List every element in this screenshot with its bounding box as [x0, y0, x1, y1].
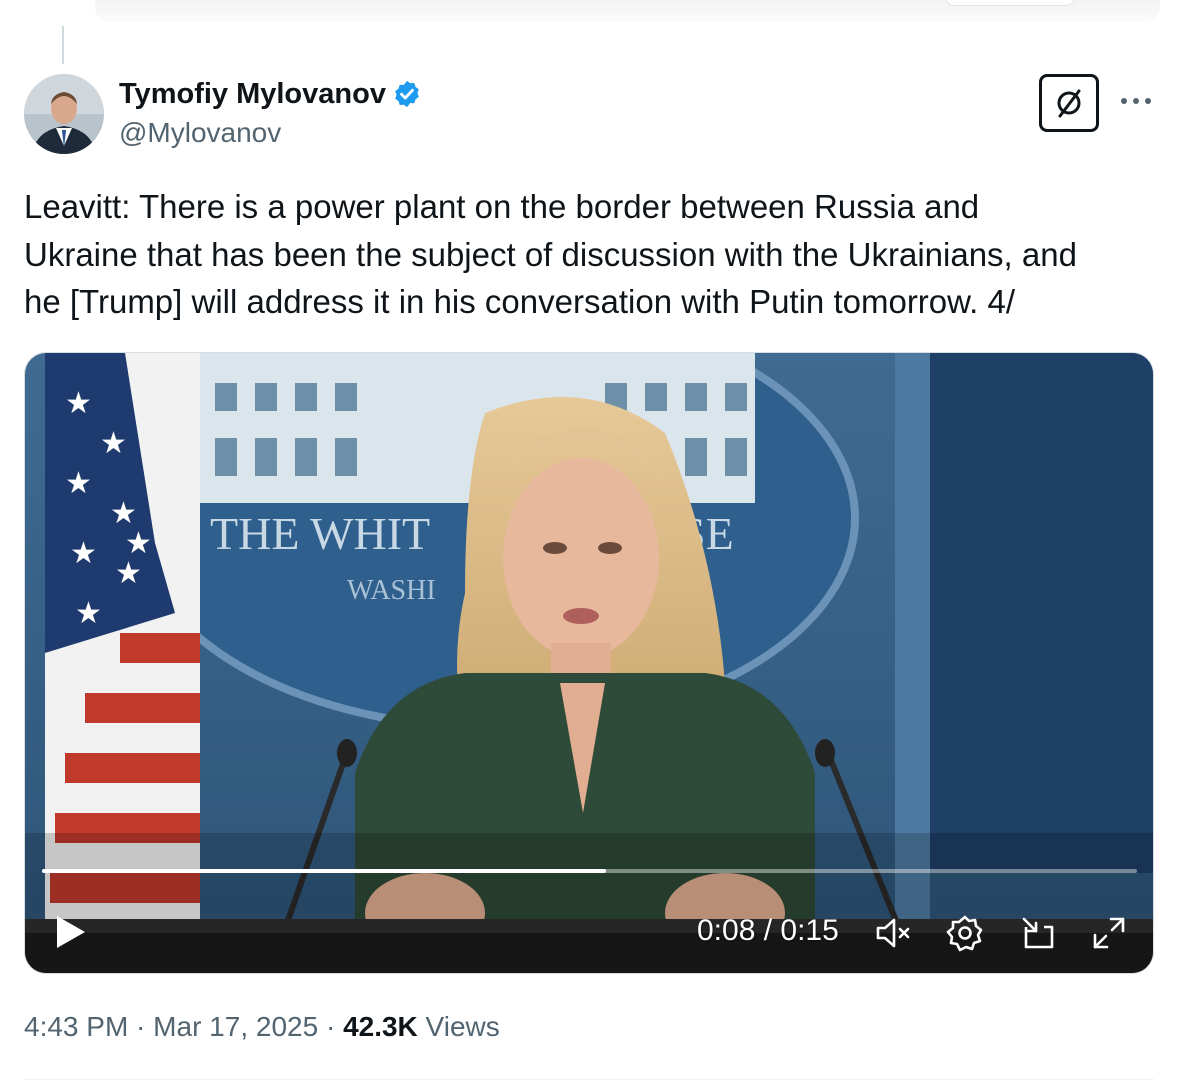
video-progress-fill — [42, 869, 606, 873]
author-display-name[interactable]: Tymofiy Mylovanov — [119, 78, 386, 111]
video-controls: 0:08 / 0:15 — [25, 353, 1153, 973]
fullscreen-icon — [1093, 917, 1125, 949]
settings-icon — [946, 915, 983, 952]
mute-button[interactable] — [873, 913, 913, 953]
play-button[interactable] — [53, 913, 89, 951]
verified-badge-icon[interactable] — [392, 79, 422, 109]
previous-tweet-button-edge — [945, 0, 1075, 6]
tweet-timestamp-date[interactable]: Mar 17, 2025 — [153, 1011, 318, 1043]
views-label: Views — [417, 1011, 500, 1042]
settings-button[interactable] — [945, 913, 985, 953]
video-progress-bar[interactable] — [42, 869, 1137, 873]
meta-separator: · — [128, 1011, 154, 1042]
grok-icon — [1057, 89, 1081, 118]
video-time-display: 0:08 / 0:15 — [697, 914, 839, 947]
play-icon — [57, 916, 85, 948]
tweet-timestamp-time[interactable]: 4:43 PM — [24, 1011, 128, 1043]
tweet-text: Leavitt: There is a power plant on the b… — [24, 188, 1077, 320]
tweet-meta-row: 4:43 PM · Mar 17, 2025 · 42.3K Views — [24, 1011, 500, 1043]
more-options-button[interactable] — [1116, 86, 1156, 116]
fullscreen-button[interactable] — [1089, 913, 1129, 953]
thread-connector-line — [62, 26, 64, 64]
meta-separator: · — [318, 1011, 344, 1042]
views-count: 42.3K — [343, 1011, 418, 1042]
pip-icon — [1022, 917, 1054, 949]
divider — [24, 1079, 1154, 1080]
more-dots-icon — [1121, 98, 1151, 104]
mute-icon — [876, 918, 910, 948]
video-player[interactable]: THE WHIT SE WASHI ★ ★ ★ ★ ★ ★ ★ ★ 0:08 /… — [24, 352, 1154, 974]
author-handle[interactable]: @Mylovanov — [119, 117, 281, 149]
author-name-row: Tymofiy Mylovanov — [119, 77, 422, 111]
avatar[interactable] — [24, 74, 104, 154]
picture-in-picture-button[interactable] — [1018, 913, 1058, 953]
grok-button[interactable] — [1039, 74, 1099, 132]
